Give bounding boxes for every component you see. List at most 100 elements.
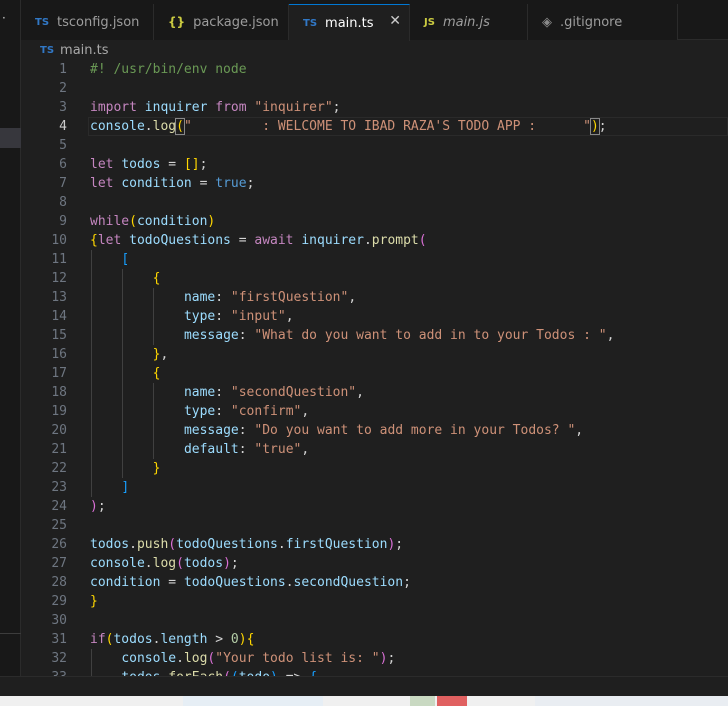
line-number: 25 <box>51 518 67 533</box>
code-text: name: "firstQuestion", <box>183 290 357 305</box>
code-text: console.log("Your todo list is: "); <box>121 651 396 666</box>
code-text: console.log(todos); <box>90 556 239 571</box>
line-number: 18 <box>51 385 67 400</box>
taskbar-item[interactable] <box>410 696 435 706</box>
tab-main-ts[interactable]: TS main.ts ✕ <box>289 4 410 41</box>
code-line[interactable]: 15 message: "What do you want to add in … <box>21 326 728 345</box>
taskbar-item[interactable] <box>535 696 728 706</box>
code-line[interactable]: 25 <box>21 516 728 535</box>
javascript-file-icon: JS <box>424 16 435 28</box>
code-line[interactable]: 2 <box>21 79 728 98</box>
code-text: } <box>152 461 161 476</box>
code-line[interactable]: 21 default: "true", <box>21 440 728 459</box>
git-file-icon: ◈ <box>542 14 552 30</box>
breadcrumb[interactable]: TS main.ts <box>40 42 109 58</box>
line-number: 13 <box>51 290 67 305</box>
code-text: { <box>152 271 161 286</box>
line-number: 3 <box>59 100 67 115</box>
tab-package-json[interactable]: {} package.json <box>154 4 289 40</box>
line-number: 8 <box>59 195 67 210</box>
line-number: 5 <box>59 138 67 153</box>
code-line[interactable]: 17 { <box>21 364 728 383</box>
code-text: console.log(" : WELCOME TO IBAD RAZA'S T… <box>90 118 607 135</box>
line-number: 9 <box>59 214 67 229</box>
code-line[interactable]: 20 message: "Do you want to add more in … <box>21 421 728 440</box>
code-text: }, <box>152 347 169 362</box>
code-line[interactable]: 3 import inquirer from "inquirer"; <box>21 98 728 117</box>
code-line[interactable]: 1 #! /usr/bin/env node <box>21 60 728 79</box>
tab-tsconfig-json[interactable]: TS tsconfig.json <box>21 4 154 40</box>
tab-label: .gitignore <box>560 14 623 30</box>
breadcrumb-file[interactable]: main.ts <box>60 43 108 58</box>
code-line[interactable]: 13 name: "firstQuestion", <box>21 288 728 307</box>
code-line[interactable]: 6 let todos = []; <box>21 155 728 174</box>
panel-border <box>0 676 728 696</box>
code-line[interactable]: 12 { <box>21 269 728 288</box>
code-line[interactable]: 32 console.log("Your todo list is: "); <box>21 649 728 668</box>
sidebar-edge: · <box>0 0 21 676</box>
line-number: 17 <box>51 366 67 381</box>
tab-gitignore[interactable]: ◈ .gitignore <box>528 4 678 40</box>
line-number: 32 <box>51 651 67 666</box>
code-line[interactable]: 27 console.log(todos); <box>21 554 728 573</box>
line-number: 16 <box>51 347 67 362</box>
code-text: [ <box>121 252 130 267</box>
code-text: message: "Do you want to add more in you… <box>183 423 584 438</box>
typescript-file-icon: TS <box>40 44 55 56</box>
code-text: } <box>90 594 98 609</box>
json-file-icon: {} <box>168 15 186 29</box>
code-line[interactable]: 23 ] <box>21 478 728 497</box>
code-text: ] <box>121 480 130 495</box>
sidebar-divider <box>0 633 21 634</box>
code-line[interactable]: 19 type: "confirm", <box>21 402 728 421</box>
line-number: 14 <box>51 309 67 324</box>
code-line[interactable]: 11 [ <box>21 250 728 269</box>
code-line[interactable]: 29} <box>21 592 728 611</box>
tab-label: main.js <box>442 14 490 30</box>
taskbar-item[interactable] <box>437 696 467 706</box>
code-line[interactable]: 5 <box>21 136 728 155</box>
tab-main-js[interactable]: JS main.js <box>410 4 528 40</box>
code-line[interactable]: 16 }, <box>21 345 728 364</box>
tab-label: package.json <box>193 14 279 30</box>
code-line[interactable]: 14 type: "input", <box>21 307 728 326</box>
code-line[interactable]: 8 <box>21 193 728 212</box>
code-line[interactable]: 30 <box>21 611 728 630</box>
code-line[interactable]: 4 console.log(" : WELCOME TO IBAD RAZA'S … <box>21 117 728 136</box>
code-line[interactable]: 28 condition = todoQuestions.secondQuesti… <box>21 573 728 592</box>
line-number: 4 <box>59 119 67 134</box>
typescript-file-icon: TS <box>35 16 50 28</box>
code-text: import inquirer from "inquirer"; <box>90 100 341 115</box>
taskbar-item[interactable] <box>183 696 323 706</box>
line-number: 7 <box>59 176 67 191</box>
line-number: 12 <box>51 271 67 286</box>
more-icon[interactable]: · <box>2 12 6 24</box>
line-number: 20 <box>51 423 67 438</box>
code-line[interactable]: 24); <box>21 497 728 516</box>
code-text: message: "What do you want to add in to … <box>183 328 615 343</box>
code-line[interactable]: 7 let condition = true; <box>21 174 728 193</box>
tab-label: tsconfig.json <box>57 14 140 30</box>
code-line[interactable]: 9 while(condition) <box>21 212 728 231</box>
line-number: 30 <box>51 613 67 628</box>
line-number: 24 <box>51 499 67 514</box>
line-number: 22 <box>51 461 67 476</box>
code-text: type: "input", <box>183 309 294 324</box>
line-number: 1 <box>59 62 67 77</box>
code-line[interactable]: 10 {let todoQuestions = await inquirer.pr… <box>21 231 728 250</box>
code-text: if(todos.length > 0){ <box>90 632 255 647</box>
sidebar-selected-item[interactable] <box>0 128 21 148</box>
close-icon[interactable]: ✕ <box>389 14 401 28</box>
code-text: let todos = []; <box>90 157 208 172</box>
code-text: { <box>152 366 161 381</box>
code-line[interactable]: 26 todos.push(todoQuestions.firstQuestion… <box>21 535 728 554</box>
code-line[interactable]: 31 if(todos.length > 0){ <box>21 630 728 649</box>
line-number: 21 <box>51 442 67 457</box>
code-line[interactable]: 22 } <box>21 459 728 478</box>
typescript-file-icon: TS <box>303 17 318 29</box>
code-editor[interactable]: 1 #! /usr/bin/env node 2 3 import inquirer f… <box>21 60 728 676</box>
code-line[interactable]: 33 todos.forEach((todo) => { <box>21 668 728 676</box>
line-number: 23 <box>51 480 67 495</box>
code-line[interactable]: 18 name: "secondQuestion", <box>21 383 728 402</box>
line-number: 27 <box>51 556 67 571</box>
